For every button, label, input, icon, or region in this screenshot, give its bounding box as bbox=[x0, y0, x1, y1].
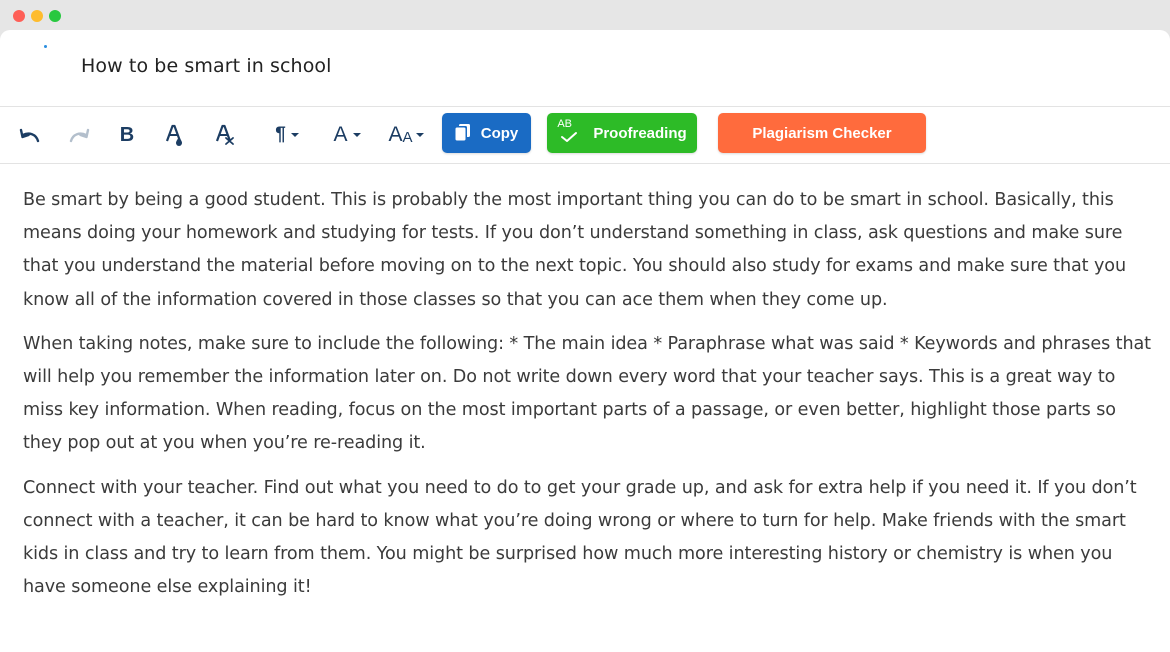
copy-label: Copy bbox=[480, 124, 519, 142]
proofreading-button[interactable]: AB Proofreading bbox=[547, 113, 697, 153]
font-size-icon-large: A bbox=[388, 123, 403, 146]
proofreading-icon: AB bbox=[557, 118, 583, 146]
font-dropdown[interactable]: A bbox=[330, 123, 364, 147]
paragraph[interactable]: Be smart by being a good student. This i… bbox=[23, 184, 1153, 317]
font-size-dropdown[interactable]: AA bbox=[386, 123, 426, 147]
redo-button[interactable] bbox=[66, 123, 92, 147]
clear-format-icon bbox=[215, 124, 234, 145]
font-size-icon-small: A bbox=[402, 128, 413, 146]
plagiarism-checker-label: Plagiarism Checker bbox=[752, 124, 892, 142]
text-color-icon bbox=[165, 124, 182, 146]
plagiarism-checker-button[interactable]: Plagiarism Checker bbox=[718, 113, 926, 153]
text-color-button[interactable] bbox=[163, 123, 187, 147]
minimize-window-button[interactable] bbox=[31, 10, 43, 22]
document-header: How to be smart in school bbox=[0, 30, 1170, 107]
document-body[interactable]: Be smart by being a good student. This i… bbox=[23, 184, 1153, 615]
status-dot bbox=[44, 45, 47, 48]
paragraph[interactable]: When taking notes, make sure to include … bbox=[23, 328, 1153, 461]
proofreading-label: Proofreading bbox=[593, 124, 687, 142]
redo-icon bbox=[69, 128, 90, 143]
chevron-down-icon bbox=[352, 133, 361, 137]
font-icon: A bbox=[333, 123, 348, 146]
undo-icon bbox=[19, 128, 40, 143]
chevron-down-icon bbox=[290, 133, 299, 137]
editor-panel: How to be smart in school B ¶ A A A Copy… bbox=[0, 30, 1170, 652]
formatting-toolbar: B ¶ A A A Copy AB Proofreading Plagiaris… bbox=[0, 107, 1170, 164]
copy-button[interactable]: Copy bbox=[442, 113, 531, 153]
bold-button[interactable]: B bbox=[116, 123, 138, 147]
app-window: How to be smart in school B ¶ A A A Copy… bbox=[0, 0, 1170, 652]
title-bar bbox=[0, 0, 1170, 30]
document-title[interactable]: How to be smart in school bbox=[81, 55, 332, 77]
maximize-window-button[interactable] bbox=[49, 10, 61, 22]
paragraph[interactable]: Connect with your teacher. Find out what… bbox=[23, 472, 1153, 605]
close-window-button[interactable] bbox=[13, 10, 25, 22]
copy-icon bbox=[455, 124, 471, 142]
undo-button[interactable] bbox=[17, 123, 43, 147]
paragraph-dropdown[interactable]: ¶ bbox=[269, 123, 305, 147]
chevron-down-icon bbox=[415, 133, 424, 137]
paragraph-icon: ¶ bbox=[275, 124, 286, 145]
clear-format-button[interactable] bbox=[212, 123, 236, 147]
